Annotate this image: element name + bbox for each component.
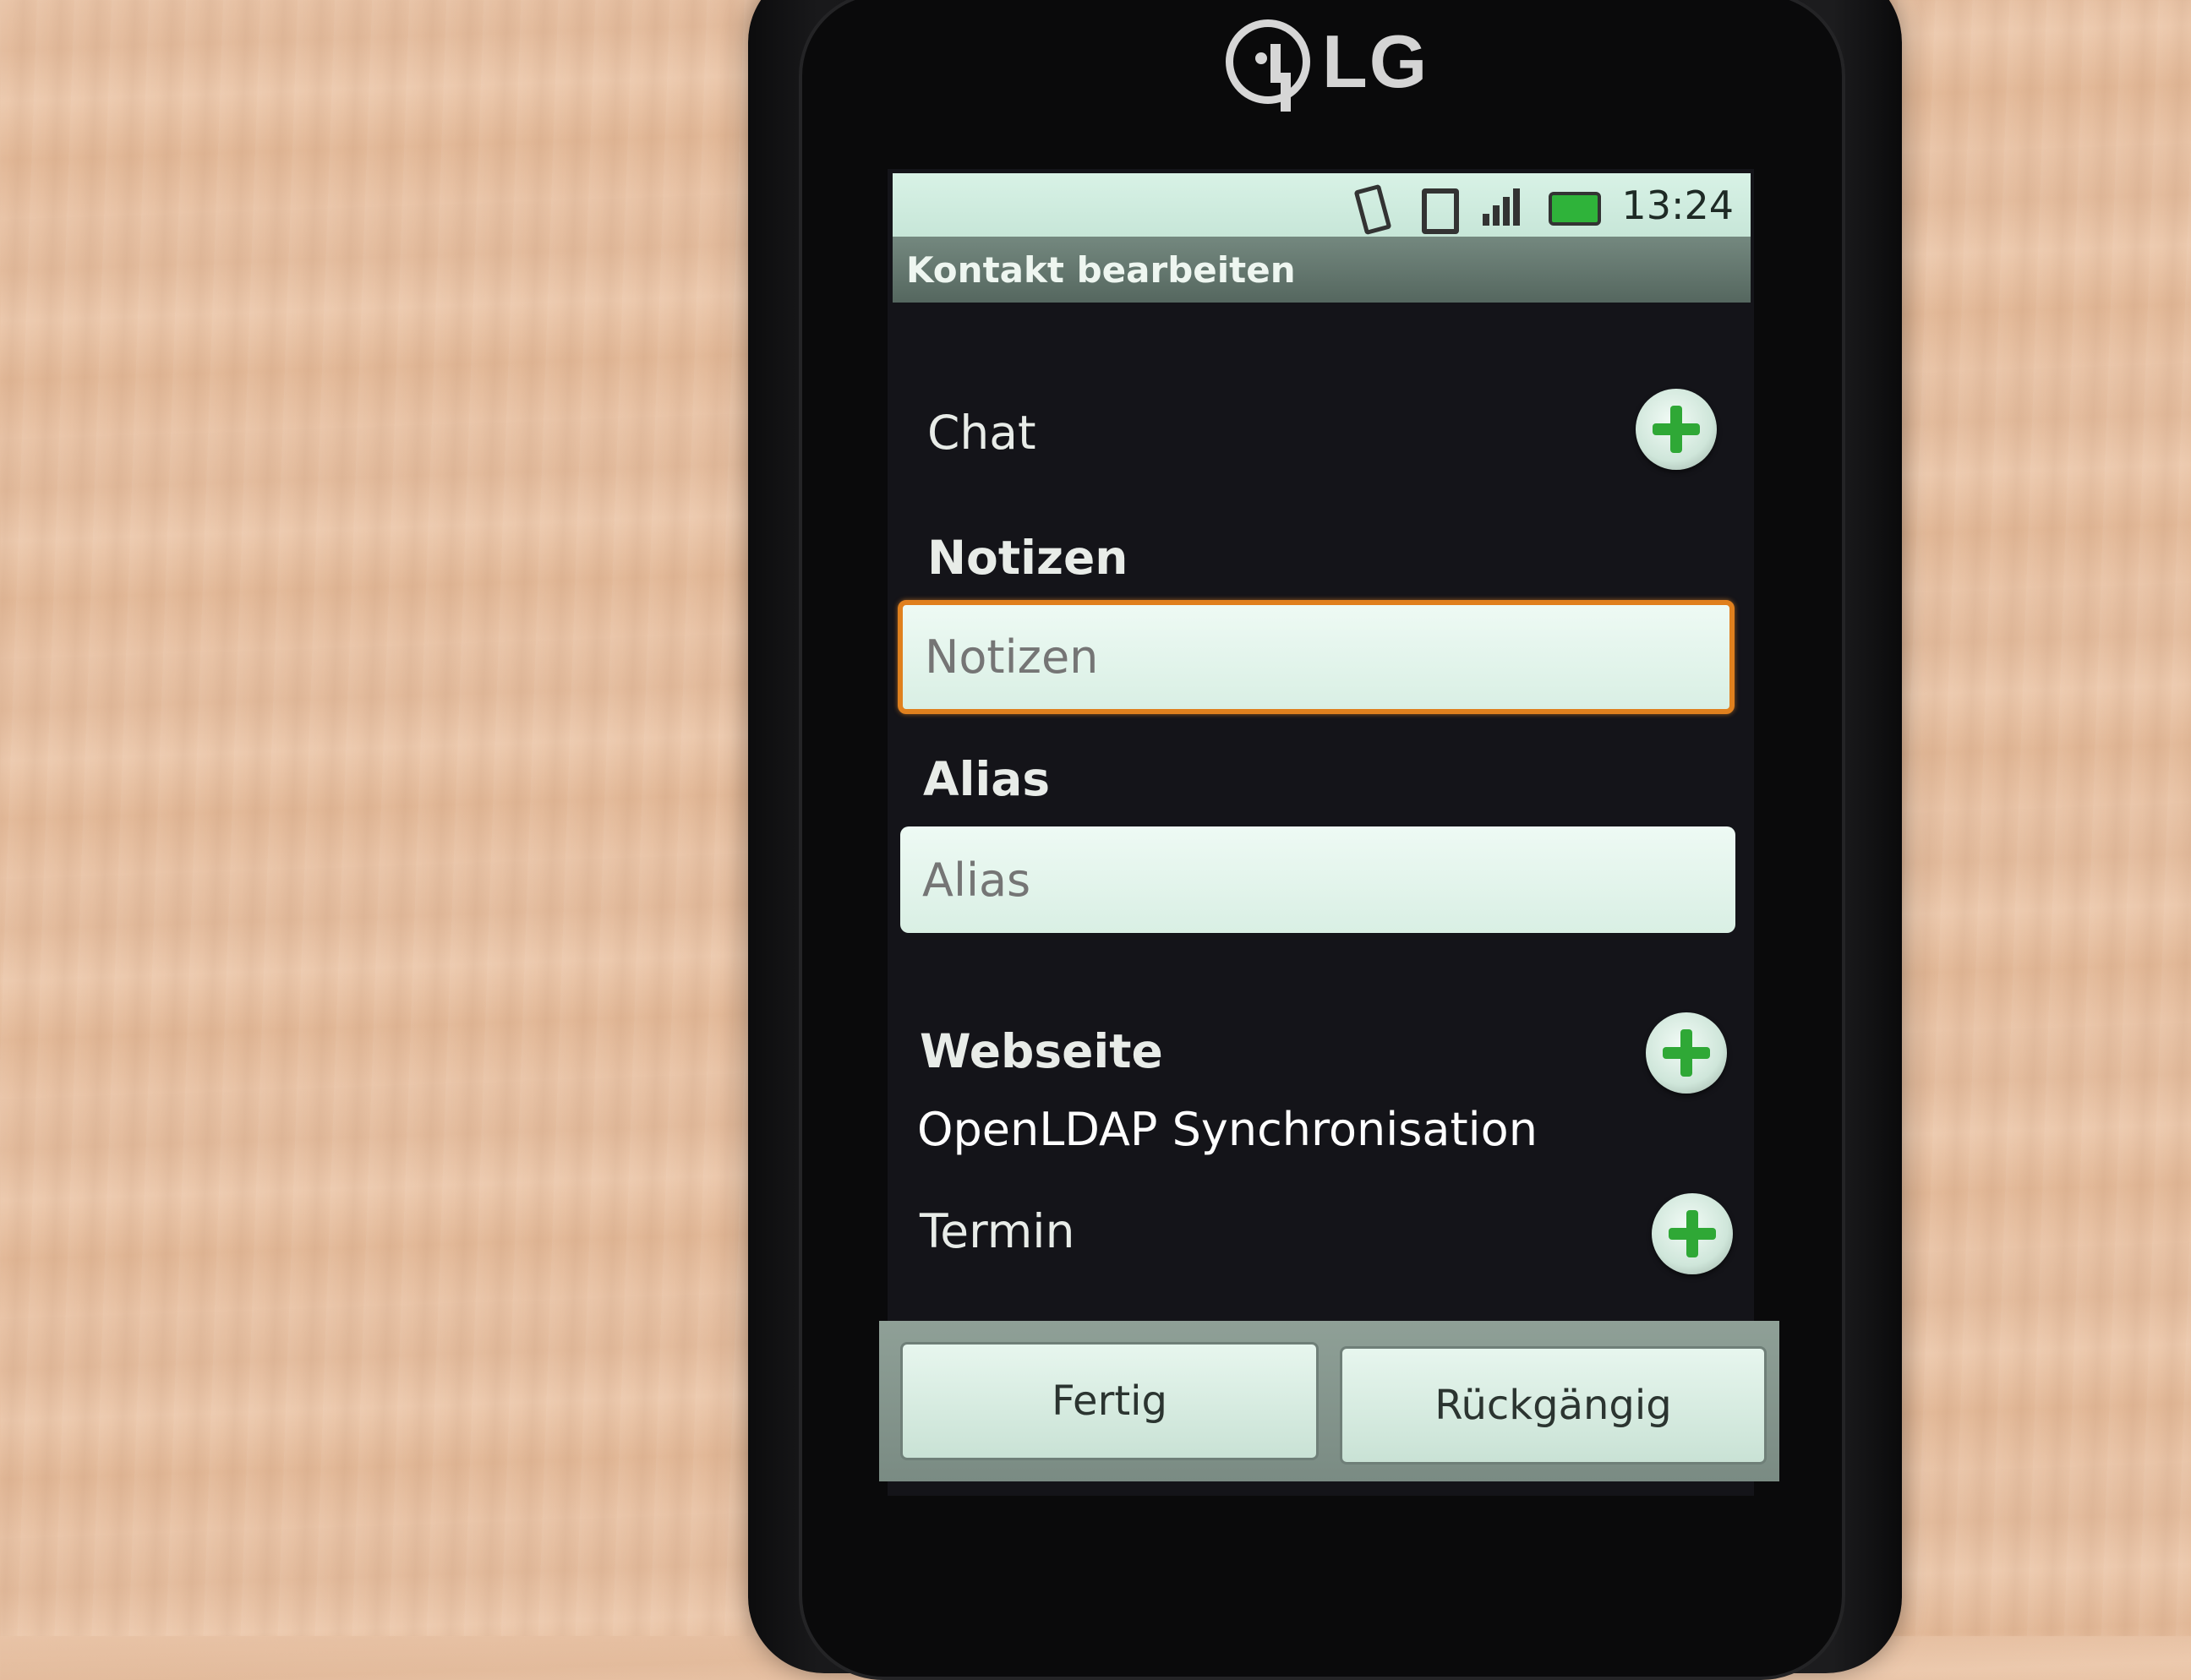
notes-input[interactable] [898,600,1735,714]
website-label: Webseite [920,1024,1163,1078]
caption-text: OpenLDAP Synchronisation [917,1103,1538,1156]
battery-icon [1545,182,1602,229]
brand-name: LG [1322,19,1429,103]
done-button[interactable]: Fertig [900,1342,1319,1460]
title-bar: Kontakt bearbeiten [893,237,1751,303]
page-title: Kontakt bearbeiten [906,248,1296,291]
alias-input[interactable] [900,826,1735,933]
add-appointment-button[interactable] [1652,1193,1733,1274]
sim-card-icon [1410,182,1462,234]
appointment-label: Termin [920,1204,1075,1258]
status-bar: 13:24 [893,173,1751,237]
status-clock: 13:24 [1621,182,1734,228]
lg-logo-icon [1226,19,1310,104]
action-bar: Fertig Rückgängig [879,1321,1779,1481]
notes-label: Notizen [927,531,1128,585]
add-website-button[interactable] [1646,1012,1727,1094]
add-chat-button[interactable] [1636,389,1717,470]
brand-logo: LG [1226,15,1445,108]
vibrate-icon [1342,182,1395,229]
chat-label: Chat [927,406,1036,460]
alias-label: Alias [923,752,1051,806]
revert-button[interactable]: Rückgängig [1340,1346,1767,1465]
signal-icon [1478,182,1530,229]
